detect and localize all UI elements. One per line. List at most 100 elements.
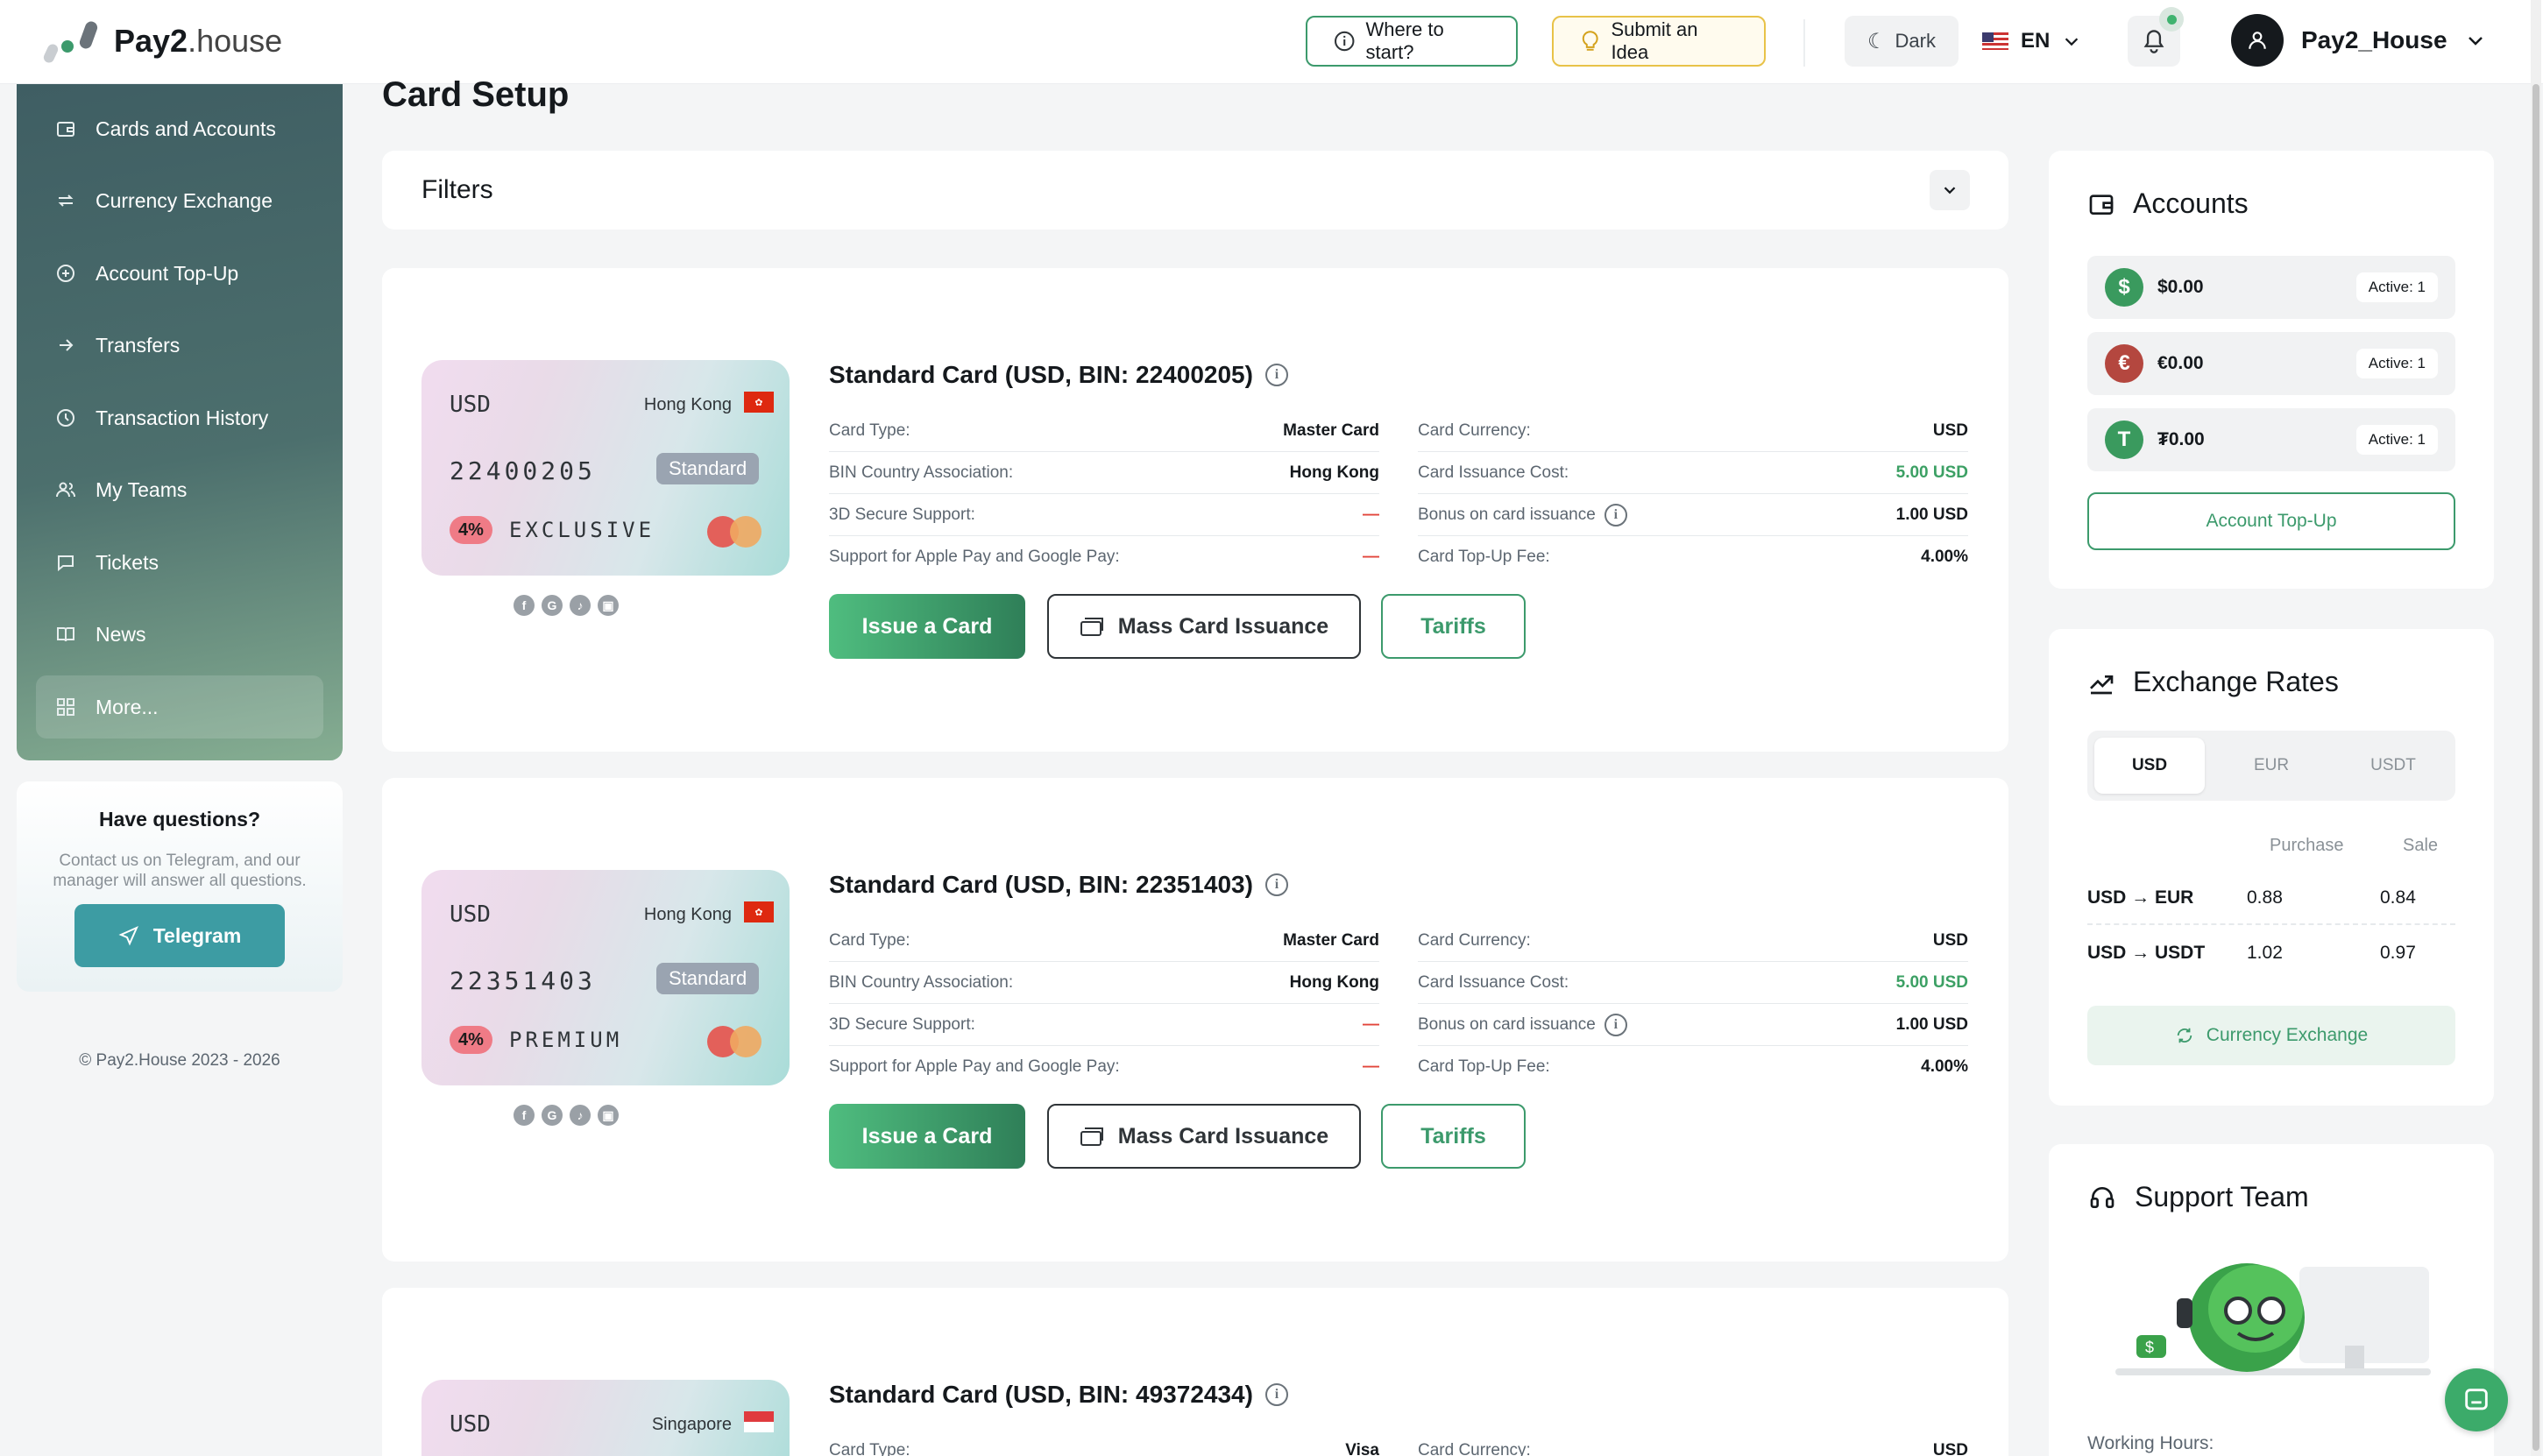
wallet-icon	[2089, 194, 2114, 215]
working-hours-label: Working Hours:	[2087, 1433, 2214, 1453]
sidebar-item-currency-exchange[interactable]: Currency Exchange	[36, 169, 323, 232]
spec-value: Hong Kong	[1289, 463, 1379, 482]
accounts-title-text: Accounts	[2133, 187, 2249, 219]
account-balance: €0.00	[2157, 353, 2204, 373]
spec-label: BIN Country Association:	[829, 972, 1014, 992]
submit-idea-button[interactable]: Submit an Idea	[1552, 16, 1766, 67]
profile-menu[interactable]: Pay2_House	[2231, 14, 2486, 67]
account-row-usd[interactable]: $ $0.00 Active: 1	[2087, 256, 2455, 319]
card-offer: USD Hong Kong ✿ 22351403 Standard 4% PRE…	[382, 778, 2008, 1262]
tariffs-button[interactable]: Tariffs	[1381, 1104, 1526, 1169]
sidebar: Cards and Accounts Currency Exchange Acc…	[17, 84, 343, 760]
grid-icon	[57, 698, 74, 716]
plus-circle-icon	[57, 265, 74, 282]
tiktok-icon: ♪	[570, 595, 591, 616]
sidebar-item-my-teams[interactable]: My Teams	[36, 458, 323, 521]
info-icon[interactable]: i	[1604, 1013, 1627, 1036]
purchase-header: Purchase	[2270, 836, 2344, 855]
account-top-up-button[interactable]: Account Top-Up	[2087, 492, 2455, 550]
arrow-right-icon	[60, 339, 74, 351]
spec-issuance-cost: Card Issuance Cost: 5.00 USD	[1418, 452, 1968, 494]
tab-usd[interactable]: USD	[2094, 738, 2205, 794]
spec-label: 3D Secure Support:	[829, 1014, 975, 1034]
issue-card-button[interactable]: Issue a Card	[829, 1104, 1025, 1169]
tariffs-button[interactable]: Tariffs	[1381, 594, 1526, 659]
tab-usdt[interactable]: USDT	[2338, 738, 2448, 794]
card-bin-text: 22400205	[450, 456, 596, 485]
bell-icon	[2143, 30, 2164, 53]
sidebar-item-cards-and-accounts[interactable]: Cards and Accounts	[36, 97, 323, 160]
card-country-text: Hong Kong	[643, 395, 732, 414]
filters-panel[interactable]: Filters	[382, 151, 2008, 230]
help-title: Have questions?	[98, 808, 261, 830]
chevron-down-icon	[2065, 38, 2079, 46]
logo[interactable]: Pay2.house	[41, 19, 282, 65]
submit-idea-label: Submit an Idea	[1611, 18, 1698, 63]
live-chat-button[interactable]	[2445, 1368, 2508, 1431]
spec-card-currency: Card Currency: USD	[1418, 410, 1968, 452]
rate-purchase: 1.02	[2247, 943, 2283, 963]
card-country-text: Singapore	[651, 1415, 732, 1434]
language-selector[interactable]: EN	[1982, 16, 2081, 67]
app-icon: ▣	[598, 1105, 619, 1126]
spec-label: Card Type:	[829, 421, 910, 440]
currency-tabs: USD EUR USDT	[2087, 731, 2455, 801]
spec-bonus: Bonus on card issuance i 1.00 USD	[1418, 494, 1968, 536]
spec-card-type: Card Type: Master Card	[829, 410, 1379, 452]
cards-icon	[1080, 1127, 1103, 1146]
info-icon[interactable]: i	[1604, 503, 1627, 527]
info-icon[interactable]: i	[1264, 1383, 1288, 1406]
theme-toggle[interactable]: ☾ Dark	[1845, 16, 1959, 67]
sidebar-item-transaction-history[interactable]: Transaction History	[36, 386, 323, 449]
support-team-title: Support Team	[2087, 1181, 2309, 1213]
spec-label: Card Issuance Cost:	[1418, 463, 1569, 482]
account-row-usdt[interactable]: T ₮0.00 Active: 1	[2087, 408, 2455, 471]
info-icon[interactable]: i	[1264, 873, 1288, 896]
card-offer: USD Hong Kong ✿ 22400205 Standard 4% EXC…	[382, 268, 2008, 752]
telegram-button[interactable]: Telegram	[74, 904, 285, 967]
tab-eur[interactable]: EUR	[2216, 738, 2327, 794]
card-visual: USD Singapore	[421, 1380, 790, 1456]
sidebar-item-tickets[interactable]: Tickets	[36, 531, 323, 594]
mass-card-issuance-button[interactable]: Mass Card Issuance	[1047, 594, 1361, 659]
hong-kong-flag-icon: ✿	[744, 901, 774, 922]
sidebar-item-more[interactable]: More...	[36, 675, 323, 739]
sidebar-item-label: Currency Exchange	[96, 188, 273, 212]
sidebar-item-transfers[interactable]: Transfers	[36, 314, 323, 377]
moon-icon: ☾	[1867, 29, 1887, 53]
spec-value: 1.00 USD	[1895, 1014, 1968, 1034]
rate-pair: USD → EUR	[2087, 887, 2194, 908]
where-to-start-button[interactable]: Where to start?	[1306, 16, 1518, 67]
card-title: Standard Card (USD, BIN: 49372434) i	[829, 1381, 1288, 1409]
spec-label: 3D Secure Support:	[829, 505, 975, 524]
account-row-eur[interactable]: € €0.00 Active: 1	[2087, 332, 2455, 395]
filters-toggle[interactable]	[1930, 170, 1970, 210]
sidebar-item-account-top-up[interactable]: Account Top-Up	[36, 242, 323, 305]
spec-label-text: Bonus on card issuance	[1418, 1014, 1596, 1034]
spec-value: Master Card	[1283, 421, 1379, 440]
card-title-text: Standard Card (USD, BIN: 49372434)	[829, 1381, 1253, 1408]
mass-card-issuance-button[interactable]: Mass Card Issuance	[1047, 1104, 1361, 1169]
google-icon: G	[542, 1105, 563, 1126]
issue-card-button[interactable]: Issue a Card	[829, 594, 1025, 659]
info-icon[interactable]: i	[1264, 364, 1288, 386]
spec-card-currency: Card Currency: USD	[1418, 1430, 1968, 1456]
spec-value: —	[1363, 1057, 1379, 1076]
account-balance: $0.00	[2157, 277, 2204, 297]
mass-card-issuance-label: Mass Card Issuance	[1117, 1123, 1329, 1149]
exchange-icon	[58, 194, 74, 207]
profile-name: Pay2_House	[2301, 26, 2447, 53]
spec-bin-country: BIN Country Association: Hong Kong	[829, 962, 1379, 1004]
help-box: Have questions? Contact us on Telegram, …	[17, 781, 343, 992]
send-icon	[118, 926, 138, 946]
currency-exchange-button[interactable]: Currency Exchange	[2087, 1006, 2455, 1065]
chat-icon	[2465, 1389, 2488, 1410]
card-tier-badge: Standard	[656, 963, 760, 994]
telegram-label: Telegram	[152, 923, 242, 947]
card-country-text: Hong Kong	[643, 905, 732, 924]
spec-label: Support for Apple Pay and Google Pay:	[829, 1057, 1120, 1076]
rate-purchase: 0.88	[2247, 887, 2283, 908]
exchange-rates-title-text: Exchange Rates	[2133, 666, 2339, 697]
scrollbar-thumb[interactable]	[2532, 84, 2539, 1451]
sidebar-item-news[interactable]: News	[36, 603, 323, 666]
